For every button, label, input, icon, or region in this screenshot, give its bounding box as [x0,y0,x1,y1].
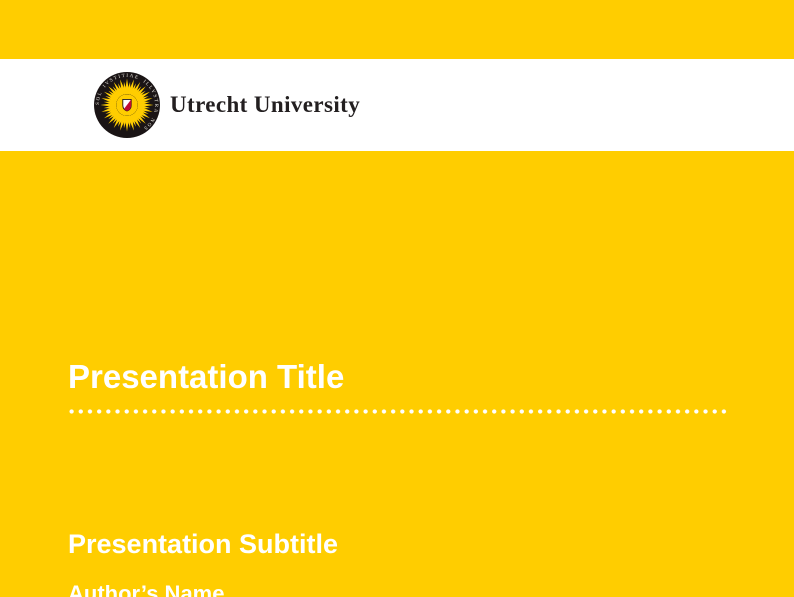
university-seal-icon: SOL IVSTITIAE ILLVSTRA NOS [94,72,160,138]
university-wordmark: Utrecht University [170,92,360,118]
presentation-subtitle: Presentation Subtitle [68,531,338,558]
seal-center-shield [123,99,131,111]
title-slide: SOL IVSTITIAE ILLVSTRA NOS Utrecht Unive… [0,0,794,597]
content-area: Presentation Title Presentation Subtitle… [0,151,794,597]
dotted-divider [67,408,729,415]
logo-band: SOL IVSTITIAE ILLVSTRA NOS Utrecht Unive… [0,59,794,151]
presentation-title: Presentation Title [68,360,344,393]
university-logo: SOL IVSTITIAE ILLVSTRA NOS Utrecht Unive… [94,72,360,138]
top-yellow-band [0,0,794,59]
author-name: Author’s Name [68,583,224,597]
